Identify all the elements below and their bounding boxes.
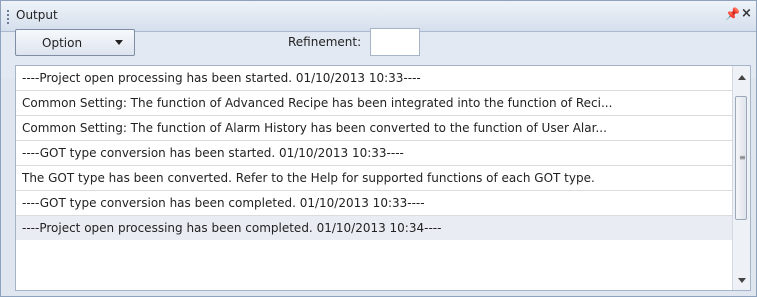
list-item[interactable]: Common Setting: The function of Alarm Hi… [16, 116, 732, 141]
list-item[interactable]: ----GOT type conversion has been complet… [16, 191, 732, 216]
close-icon[interactable]: × [741, 6, 752, 21]
vertical-scrollbar[interactable]: ≡ [732, 66, 750, 290]
option-button[interactable]: Option [15, 29, 135, 56]
list-item-text: ----GOT type conversion has been complet… [22, 196, 425, 210]
grip-icon: ≡ [739, 153, 746, 162]
list-item[interactable]: ----GOT type conversion has been started… [16, 141, 732, 166]
drag-grip-icon[interactable] [7, 10, 9, 24]
scroll-up-icon[interactable] [738, 75, 746, 80]
list-item-text: ----Project open processing has been com… [22, 221, 442, 235]
chevron-down-icon [115, 40, 123, 45]
list-item-text: ----Project open processing has been sta… [22, 71, 421, 85]
list-item-text: Common Setting: The function of Alarm Hi… [22, 121, 607, 135]
list-item-text: ----GOT type conversion has been started… [22, 146, 404, 160]
option-button-label: Option [42, 36, 83, 50]
list-item[interactable]: ----Project open processing has been sta… [16, 66, 732, 91]
list-item[interactable]: The GOT type has been converted. Refer t… [16, 166, 732, 191]
list-item-text: The GOT type has been converted. Refer t… [22, 171, 595, 185]
list-item[interactable]: Common Setting: The function of Advanced… [16, 91, 732, 116]
output-panel: Output 📌 × Option Refinement: ----Projec… [0, 0, 757, 297]
refinement-input[interactable] [370, 28, 420, 56]
refinement-label: Refinement: [288, 35, 362, 49]
panel-title: Output [16, 8, 58, 22]
list-item-text: Common Setting: The function of Advanced… [22, 96, 613, 110]
output-list: ----Project open processing has been sta… [15, 65, 751, 291]
pin-icon[interactable]: 📌 [725, 7, 740, 21]
scroll-down-icon[interactable] [738, 278, 746, 283]
scrollbar-thumb[interactable]: ≡ [735, 96, 747, 220]
list-item[interactable]: ----Project open processing has been com… [16, 216, 732, 240]
